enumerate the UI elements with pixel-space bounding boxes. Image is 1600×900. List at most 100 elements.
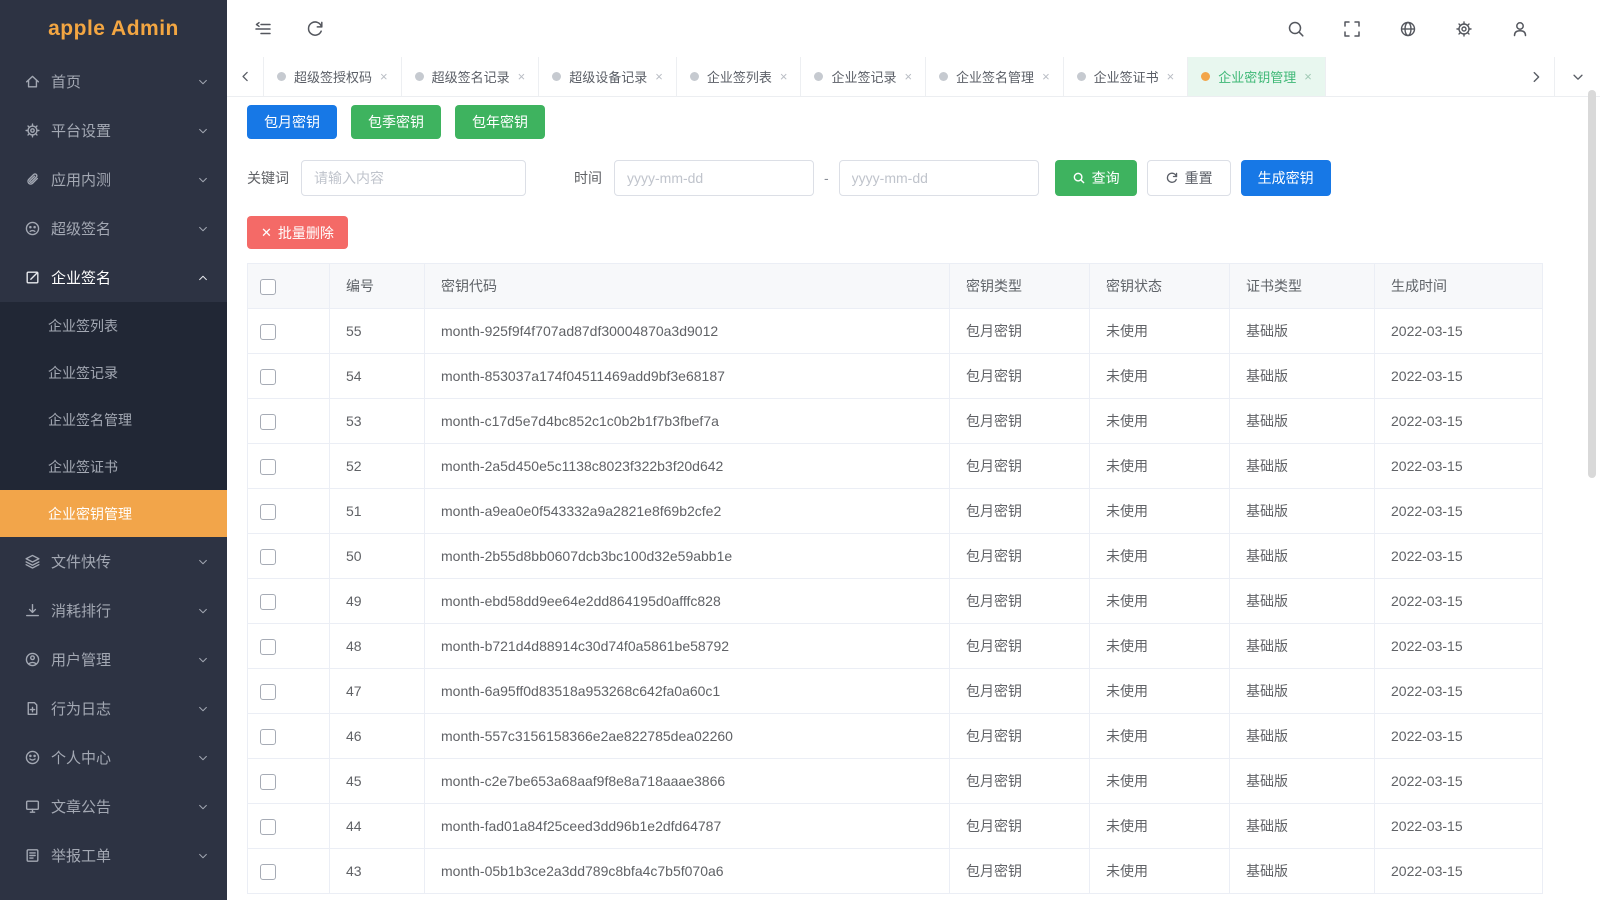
- cell-status: 未使用: [1090, 849, 1230, 894]
- sidebar-subitem-企业签名管理[interactable]: 企业签名管理: [0, 396, 227, 443]
- row-checkbox[interactable]: [260, 729, 276, 745]
- column-header-type: 密钥类型: [950, 264, 1090, 309]
- tab-label: 企业签列表: [707, 67, 772, 86]
- user-icon[interactable]: [1510, 19, 1530, 39]
- keyword-input[interactable]: [301, 160, 526, 196]
- smile-icon: [24, 749, 41, 766]
- sidebar-item-label: 个人中心: [51, 747, 197, 768]
- row-checkbox[interactable]: [260, 549, 276, 565]
- generate-key-button[interactable]: 生成密钥: [1241, 160, 1331, 196]
- column-header-date: 生成时间: [1375, 264, 1543, 309]
- chevron-down-icon: [197, 223, 209, 235]
- tab-status-dot: [1077, 72, 1086, 81]
- sidebar-item-平台设置[interactable]: 平台设置: [0, 106, 227, 155]
- table-row: 50month-2b55d8bb0607dcb3bc100d32e59abb1e…: [248, 534, 1543, 579]
- sidebar-subitem-企业签记录[interactable]: 企业签记录: [0, 349, 227, 396]
- sidebar-item-文章公告[interactable]: 文章公告: [0, 782, 227, 831]
- date-end-input[interactable]: [839, 160, 1039, 196]
- tab-close-icon[interactable]: ×: [1167, 70, 1175, 83]
- user-circle-icon: [24, 651, 41, 668]
- sidebar-item-企业签名[interactable]: 企业签名: [0, 253, 227, 302]
- sidebar-item-文件快传[interactable]: 文件快传: [0, 537, 227, 586]
- top-navbar: [227, 0, 1600, 57]
- select-all-checkbox[interactable]: [260, 279, 276, 295]
- sidebar-collapse-icon[interactable]: [253, 19, 273, 39]
- table-row: 47month-6a95ff0d83518a953268c642fa0a60c1…: [248, 669, 1543, 714]
- tab-label: 超级设备记录: [569, 67, 647, 86]
- sidebar-subitem-企业签证书[interactable]: 企业签证书: [0, 443, 227, 490]
- chevron-down-icon: [197, 850, 209, 862]
- tab-close-icon[interactable]: ×: [780, 70, 788, 83]
- cell-type: 包月密钥: [950, 399, 1090, 444]
- row-checkbox[interactable]: [260, 639, 276, 655]
- globe-icon[interactable]: [1398, 19, 1418, 39]
- tab-close-icon[interactable]: ×: [904, 70, 912, 83]
- row-checkbox[interactable]: [260, 774, 276, 790]
- cell-date: 2022-03-15: [1375, 714, 1543, 759]
- search-icon[interactable]: [1286, 19, 1306, 39]
- tab-close-icon[interactable]: ×: [380, 70, 388, 83]
- sidebar-item-用户管理[interactable]: 用户管理: [0, 635, 227, 684]
- date-start-input[interactable]: [614, 160, 814, 196]
- cell-cert: 基础版: [1230, 624, 1375, 669]
- table-row: 43month-05b1b3ce2a3dd789c8bfa4c7b5f070a6…: [248, 849, 1543, 894]
- sidebar-item-超级签名[interactable]: 超级签名: [0, 204, 227, 253]
- sidebar-item-举报工单[interactable]: 举报工单: [0, 831, 227, 880]
- row-checkbox[interactable]: [260, 414, 276, 430]
- tabs-scroll-left-icon[interactable]: [227, 57, 263, 96]
- tab-企业签名管理[interactable]: 企业签名管理×: [926, 57, 1064, 96]
- sidebar-item-行为日志[interactable]: 行为日志: [0, 684, 227, 733]
- row-checkbox[interactable]: [260, 864, 276, 880]
- cell-code: month-c2e7be653a68aaf9f8e8a718aaae3866: [425, 759, 950, 804]
- tab-label: 企业签记录: [831, 67, 896, 86]
- chevron-down-icon: [197, 76, 209, 88]
- fullscreen-icon[interactable]: [1342, 19, 1362, 39]
- tabs-container: 超级签授权码×超级签名记录×超级设备记录×企业签列表×企业签记录×企业签名管理×…: [263, 57, 1326, 96]
- tab-close-icon[interactable]: ×: [1304, 70, 1312, 83]
- tab-超级签名记录[interactable]: 超级签名记录×: [402, 57, 540, 96]
- search-button[interactable]: 查询: [1055, 160, 1137, 196]
- table-row: 45month-c2e7be653a68aaf9f8e8a718aaae3866…: [248, 759, 1543, 804]
- sidebar-item-应用内测[interactable]: 应用内测: [0, 155, 227, 204]
- row-checkbox[interactable]: [260, 684, 276, 700]
- cell-date: 2022-03-15: [1375, 309, 1543, 354]
- key-type-button-包季密钥[interactable]: 包季密钥: [351, 105, 441, 139]
- cell-code: month-557c3156158366e2ae822785dea02260: [425, 714, 950, 759]
- reset-button[interactable]: 重置: [1147, 160, 1231, 196]
- sidebar-subitem-企业签列表[interactable]: 企业签列表: [0, 302, 227, 349]
- tab-企业密钥管理[interactable]: 企业密钥管理×: [1188, 57, 1326, 96]
- row-checkbox[interactable]: [260, 594, 276, 610]
- refresh-page-icon[interactable]: [305, 19, 325, 39]
- sidebar-item-个人中心[interactable]: 个人中心: [0, 733, 227, 782]
- row-checkbox[interactable]: [260, 324, 276, 340]
- sidebar-item-label: 举报工单: [51, 845, 197, 866]
- sidebar-submenu: 企业签列表企业签记录企业签名管理企业签证书企业密钥管理: [0, 302, 227, 537]
- tab-status-dot: [690, 72, 699, 81]
- cell-status: 未使用: [1090, 759, 1230, 804]
- filter-row: 关键词 时间 - 查询 重置 生成密钥: [247, 160, 1580, 196]
- tab-超级设备记录[interactable]: 超级设备记录 ×: [539, 57, 677, 96]
- key-type-button-包月密钥[interactable]: 包月密钥: [247, 105, 337, 139]
- row-checkbox[interactable]: [260, 819, 276, 835]
- key-type-button-包年密钥[interactable]: 包年密钥: [455, 105, 545, 139]
- vertical-scrollbar-thumb[interactable]: [1588, 90, 1596, 478]
- tabs-scroll-right-icon[interactable]: [1518, 57, 1554, 96]
- sidebar-item-首页[interactable]: 首页: [0, 57, 227, 106]
- sidebar-subitem-企业密钥管理[interactable]: 企业密钥管理: [0, 490, 227, 537]
- row-checkbox[interactable]: [260, 459, 276, 475]
- tab-close-icon[interactable]: ×: [655, 70, 663, 83]
- tab-企业签列表[interactable]: 企业签列表 ×: [677, 57, 802, 96]
- sidebar-item-消耗排行[interactable]: 消耗排行: [0, 586, 227, 635]
- tab-企业签证书[interactable]: 企业签证书×: [1064, 57, 1189, 96]
- row-checkbox[interactable]: [260, 369, 276, 385]
- cell-date: 2022-03-15: [1375, 399, 1543, 444]
- tab-超级签授权码[interactable]: 超级签授权码×: [263, 57, 402, 96]
- tab-企业签记录[interactable]: 企业签记录 ×: [801, 57, 926, 96]
- gear-icon[interactable]: [1454, 19, 1474, 39]
- tab-close-icon[interactable]: ×: [1042, 70, 1050, 83]
- cell-code: month-ebd58dd9ee64e2dd864195d0afffc828: [425, 579, 950, 624]
- batch-delete-button[interactable]: ✕ 批量删除: [247, 216, 348, 249]
- cell-id: 45: [330, 759, 425, 804]
- row-checkbox[interactable]: [260, 504, 276, 520]
- tab-close-icon[interactable]: ×: [518, 70, 526, 83]
